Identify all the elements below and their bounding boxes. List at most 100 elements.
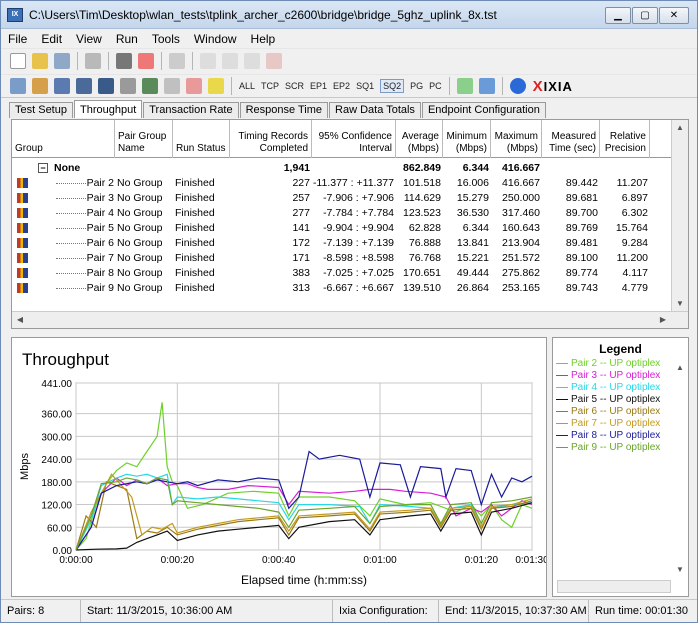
run-icon[interactable]	[116, 52, 132, 69]
tab-endpoint-configuration[interactable]: Endpoint Configuration	[421, 102, 546, 118]
table-row[interactable]: Pair 4 No Group Finished 277 -7.784 : +7.784…	[12, 206, 672, 221]
tab-raw-data-totals[interactable]: Raw Data Totals	[329, 102, 421, 118]
legend-item[interactable]: Pair 9 -- UP optiplex	[553, 442, 688, 454]
table-row[interactable]: Pair 7 No Group Finished 171 -8.598 : +8.598…	[12, 251, 672, 266]
refresh-icon[interactable]	[456, 78, 473, 94]
header-run-status[interactable]: Run Status	[173, 120, 230, 158]
maximize-button[interactable]: ▢	[632, 7, 658, 24]
legend-item[interactable]: Pair 8 -- UP optiplex	[553, 430, 688, 442]
header-average[interactable]: Average (Mbps)	[396, 120, 443, 158]
tab-transaction-rate[interactable]: Transaction Rate	[143, 102, 239, 118]
link-icon[interactable]	[76, 78, 92, 94]
table-row[interactable]: Pair 5 No Group Finished 141 -9.904 : +9.904…	[12, 221, 672, 236]
menu-window[interactable]: Window	[187, 30, 244, 48]
table-row[interactable]: Pair 3 No Group Finished 257 -7.906 : +7.906…	[12, 191, 672, 206]
print-icon[interactable]	[85, 52, 101, 69]
filter-sq2-button[interactable]: SQ2	[380, 79, 405, 93]
menu-run[interactable]: Run	[109, 30, 145, 48]
confidence-interval: -11.377 : +11.377	[312, 177, 394, 189]
warning-icon[interactable]	[208, 78, 224, 94]
grid-vertical-scrollbar[interactable]: ▲ ▼	[671, 120, 688, 312]
filter-pg-button[interactable]: PG	[410, 81, 423, 91]
filter-all-button[interactable]: ALL	[239, 81, 255, 91]
filter-tcp-button[interactable]: TCP	[261, 81, 279, 91]
header-pair-group-name[interactable]: Pair Group Name	[115, 120, 173, 158]
average: 76.768	[408, 252, 441, 264]
menu-edit[interactable]: Edit	[34, 30, 69, 48]
minimize-button[interactable]: ▁	[605, 7, 631, 24]
tab-throughput[interactable]: Throughput	[73, 100, 143, 118]
legend-scroll-up-icon[interactable]: ▲	[672, 360, 688, 376]
confidence-interval: -7.025 : +7.025	[323, 267, 394, 279]
header-maximum[interactable]: Maximum (Mbps)	[491, 120, 542, 158]
info-icon[interactable]	[509, 78, 526, 94]
pair-id: Pair 6	[86, 237, 114, 249]
legend-item[interactable]: Pair 5 -- UP optiplex	[553, 394, 688, 406]
table-row[interactable]: Pair 2 No Group Finished 227 -11.377 : +11.3…	[12, 176, 672, 191]
header-minimum[interactable]: Minimum (Mbps)	[443, 120, 491, 158]
filter-scr-button[interactable]: SCR	[285, 81, 304, 91]
header-group[interactable]: Group	[12, 120, 115, 158]
title-bar[interactable]: IX C:\Users\Tim\Desktop\wlan_tests\tplin…	[1, 1, 697, 29]
pair-group-name: No Group	[117, 282, 163, 294]
header-measured-time[interactable]: Measured Time (sec)	[542, 120, 600, 158]
measured-time: 89.743	[565, 282, 598, 294]
legend-item[interactable]: Pair 2 -- UP optiplex	[553, 358, 688, 370]
legend-item[interactable]: Pair 3 -- UP optiplex	[553, 370, 688, 382]
status-end: End: 11/3/2015, 10:37:30 AM	[439, 600, 589, 622]
header-relative-precision[interactable]: Relative Precision	[600, 120, 650, 158]
open-folder-icon[interactable]	[32, 52, 48, 69]
table-row[interactable]: Pair 9 No Group Finished 313 -6.667 : +6.667…	[12, 281, 672, 296]
menu-view[interactable]: View	[69, 30, 109, 48]
legend-item[interactable]: Pair 4 -- UP optiplex	[553, 382, 688, 394]
script-icon[interactable]	[142, 78, 158, 94]
maximum: 251.572	[502, 252, 540, 264]
cut-icon	[200, 52, 216, 69]
filter-ep1-button[interactable]: EP1	[310, 81, 327, 91]
filter-pc-button[interactable]: PC	[429, 81, 442, 91]
pair-id: Pair 4	[86, 207, 114, 219]
group-row[interactable]: − None 1,941 862.849 6.344 416.667	[12, 161, 672, 176]
filter-sq1-button[interactable]: SQ1	[356, 81, 374, 91]
filter-ep2-button[interactable]: EP2	[333, 81, 350, 91]
menu-tools[interactable]: Tools	[145, 30, 187, 48]
legend-horizontal-scrollbar[interactable]	[557, 580, 671, 593]
save-icon[interactable]	[54, 52, 70, 69]
legend-item[interactable]: Pair 7 -- UP optiplex	[553, 418, 688, 430]
tab-test-setup[interactable]: Test Setup	[9, 102, 73, 118]
scroll-down-icon[interactable]: ▼	[672, 296, 688, 312]
stop-icon[interactable]	[138, 52, 154, 69]
endpoint-icon[interactable]	[98, 78, 114, 94]
minimum: 6.344	[462, 222, 489, 234]
menu-file[interactable]: File	[1, 30, 34, 48]
delete-icon[interactable]	[186, 78, 202, 94]
tab-response-time[interactable]: Response Time	[239, 102, 329, 118]
export-icon[interactable]	[478, 78, 495, 94]
average: 123.523	[403, 207, 441, 219]
measured-time: 89.774	[565, 267, 598, 279]
grid-horizontal-scrollbar[interactable]: ◀ ▶	[12, 311, 688, 328]
table-row[interactable]: Pair 8 No Group Finished 383 -7.025 : +7.025…	[12, 266, 672, 281]
y-tick-label: 60.00	[47, 523, 72, 534]
header-timing-records[interactable]: Timing Records Completed	[230, 120, 312, 158]
network-icon[interactable]	[54, 78, 70, 94]
close-button[interactable]: ✕	[659, 7, 689, 24]
collapse-icon[interactable]: −	[38, 163, 48, 173]
maximum: 213.904	[502, 237, 540, 249]
pair-icon[interactable]	[10, 78, 26, 94]
relative-precision: 6.897	[621, 192, 648, 204]
table-row[interactable]: Pair 6 No Group Finished 172 -7.139 : +7.139…	[12, 236, 672, 251]
legend-scroll-down-icon[interactable]: ▼	[672, 562, 688, 578]
legend-label: Pair 8 -- UP optiplex	[571, 430, 661, 441]
scroll-up-icon[interactable]: ▲	[672, 120, 688, 136]
menu-help[interactable]: Help	[244, 30, 283, 48]
scroll-right-icon[interactable]: ▶	[655, 312, 671, 328]
pair-group-name: No Group	[117, 267, 163, 279]
multicast-icon[interactable]	[32, 78, 48, 94]
legend-item[interactable]: Pair 6 -- UP optiplex	[553, 406, 688, 418]
scroll-left-icon[interactable]: ◀	[12, 312, 28, 328]
header-confidence-interval[interactable]: 95% Confidence Interval	[312, 120, 396, 158]
new-file-icon[interactable]	[10, 52, 26, 69]
edit-icon[interactable]	[120, 78, 136, 94]
chart-title: Throughput	[22, 350, 109, 369]
